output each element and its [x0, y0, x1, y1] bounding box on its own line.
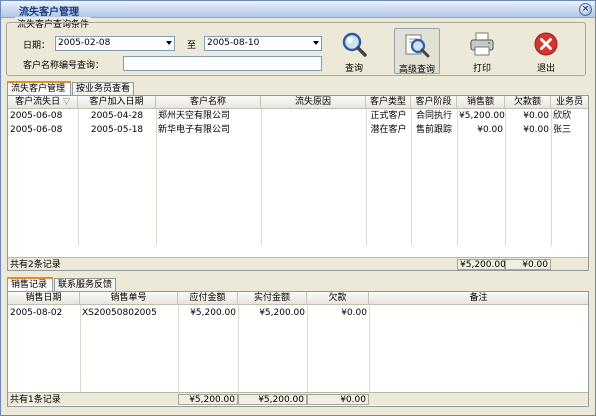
name-search-input[interactable] — [123, 56, 322, 71]
cell-customer-name: 郑州天空有限公司 — [158, 111, 231, 121]
cell-customer-type: 潜在客户 — [370, 125, 407, 135]
cell-remark — [369, 307, 588, 320]
column-header[interactable]: 业务员 — [551, 96, 588, 109]
tab-sales-records-label: 销售记录 — [11, 280, 48, 290]
cell-sale-number: XS20050802005 — [82, 308, 157, 318]
cell-loss-reason — [261, 124, 366, 137]
customers-grid[interactable]: 客户流失日 ▽ 客户加入日期 客户名称 流失原因 客户类型 客户阶段 销售额 欠… — [7, 95, 589, 271]
cell-sales: ¥0.00 — [477, 125, 503, 135]
query-button-label: 查询 — [344, 64, 363, 74]
column-header[interactable]: 实付金额 — [238, 292, 307, 305]
column-header[interactable]: 销售日期 — [8, 292, 80, 305]
column-header[interactable]: 销售额 — [457, 96, 505, 109]
date-from-select[interactable]: 2005-02-08 — [55, 36, 175, 51]
tab-lost-customers[interactable]: 流失客户管理 — [7, 81, 71, 95]
magnifier-icon — [342, 32, 367, 57]
record-count: 共有2条记录 — [10, 260, 61, 270]
advanced-search-icon — [405, 34, 430, 58]
cell-loss-reason — [261, 110, 366, 123]
column-header[interactable]: 客户流失日 ▽ — [8, 96, 78, 109]
bottom-tab-strip: 销售记录 联系服务反馈 — [7, 277, 207, 291]
title-bar: 流失客户管理 × — [1, 1, 595, 18]
tab-service-feedback-label: 联系服务反馈 — [58, 280, 113, 290]
cell-customer-type: 正式客户 — [370, 111, 407, 121]
print-button[interactable]: 打印 — [460, 28, 504, 74]
column-header[interactable]: 客户加入日期 — [78, 96, 156, 109]
total-debt: ¥0.00 — [505, 259, 551, 270]
cell-join-date: 2005-04-28 — [90, 111, 144, 121]
tab-lost-customers-label: 流失客户管理 — [11, 84, 66, 94]
exit-button-label: 退出 — [536, 64, 555, 74]
exit-icon — [534, 32, 558, 56]
cell-customer-name: 新华电子有限公司 — [158, 125, 231, 135]
customers-grid-footer: 共有2条记录 ¥5,200.00 ¥0.00 — [8, 257, 588, 270]
tab-by-salesperson-label: 按业务员查看 — [76, 84, 131, 94]
column-header[interactable]: 销售单号 — [80, 292, 178, 305]
close-icon: × — [581, 4, 590, 14]
column-header[interactable]: 应付金额 — [178, 292, 238, 305]
column-header[interactable]: 备注 — [369, 292, 588, 305]
cell-customer-stage: 合同执行 — [415, 111, 452, 121]
column-header[interactable]: 欠款额 — [505, 96, 551, 109]
record-count: 共有1条记录 — [10, 395, 61, 405]
chevron-down-icon — [166, 41, 172, 45]
tab-service-feedback[interactable]: 联系服务反馈 — [54, 278, 116, 291]
print-button-label: 打印 — [472, 64, 491, 74]
tab-sales-records[interactable]: 销售记录 — [7, 277, 53, 291]
cell-debt: ¥0.00 — [523, 111, 549, 121]
column-header[interactable]: 客户名称 — [156, 96, 261, 109]
column-header[interactable]: 客户类型 — [366, 96, 411, 109]
window: 流失客户管理 × 流失客户查询条件 日期： 2005-02-08 至 2005-… — [0, 0, 596, 416]
cell-paid: ¥5,200.00 — [259, 308, 305, 318]
table-row[interactable]: 2005-06-08 2005-05-18 新华电子有限公司 潜在客户 售前跟踪… — [8, 124, 588, 137]
name-search-label: 客户名称编号查询： — [23, 61, 105, 71]
column-header-label: 客户流失日 — [15, 97, 61, 107]
date-from-value: 2005-02-08 — [58, 38, 111, 48]
total-paid: ¥5,200.00 — [238, 394, 307, 405]
sales-grid[interactable]: 销售日期 销售单号 应付金额 实付金额 欠款 备注 2005-08-02 XS2… — [7, 291, 589, 407]
cell-sales: ¥5,200.00 — [459, 111, 505, 121]
date-to-value: 2005-08-10 — [207, 38, 260, 48]
total-sales: ¥5,200.00 — [457, 259, 506, 270]
cell-lost-date: 2005-06-08 — [10, 125, 63, 135]
exit-button[interactable]: 退出 — [524, 28, 568, 74]
sales-grid-header: 销售日期 销售单号 应付金额 实付金额 欠款 备注 — [8, 292, 588, 305]
column-header[interactable]: 欠款 — [307, 292, 369, 305]
table-row[interactable]: 2005-06-08 2005-04-28 郑州天空有限公司 正式客户 合同执行… — [8, 110, 588, 123]
sort-icon: ▽ — [62, 97, 70, 107]
date-to-select[interactable]: 2005-08-10 — [204, 36, 322, 51]
window-title: 流失客户管理 — [19, 7, 79, 18]
printer-icon — [470, 32, 494, 56]
cell-salesperson: 欣欣 — [553, 111, 572, 121]
advanced-query-button-label: 高级查询 — [398, 65, 435, 75]
cell-salesperson: 张三 — [553, 125, 572, 135]
chevron-down-icon — [313, 41, 319, 45]
to-label: 至 — [187, 41, 197, 51]
cell-payable: ¥5,200.00 — [190, 308, 236, 318]
total-payable: ¥5,200.00 — [178, 394, 238, 405]
cell-debt: ¥0.00 — [341, 308, 367, 318]
date-label: 日期： — [23, 41, 51, 51]
column-header[interactable]: 客户阶段 — [411, 96, 457, 109]
advanced-query-button[interactable]: 高级查询 — [394, 28, 440, 75]
cell-customer-stage: 售前跟踪 — [415, 125, 452, 135]
customers-grid-header: 客户流失日 ▽ 客户加入日期 客户名称 流失原因 客户类型 客户阶段 销售额 欠… — [8, 96, 588, 109]
table-row[interactable]: 2005-08-02 XS20050802005 ¥5,200.00 ¥5,20… — [8, 307, 588, 320]
cell-debt: ¥0.00 — [523, 125, 549, 135]
cell-sale-date: 2005-08-02 — [10, 308, 63, 318]
sales-grid-footer: 共有1条记录 ¥5,200.00 ¥5,200.00 ¥0.00 — [8, 392, 588, 405]
cell-join-date: 2005-05-18 — [90, 125, 144, 135]
cell-lost-date: 2005-06-08 — [10, 111, 63, 121]
column-header[interactable]: 流失原因 — [261, 96, 366, 109]
close-button[interactable]: × — [579, 3, 592, 16]
query-button[interactable]: 查询 — [332, 28, 376, 74]
top-tab-strip: 流失客户管理 按业务员查看 — [7, 81, 207, 95]
tab-by-salesperson[interactable]: 按业务员查看 — [72, 82, 134, 95]
total-debt: ¥0.00 — [307, 394, 369, 405]
